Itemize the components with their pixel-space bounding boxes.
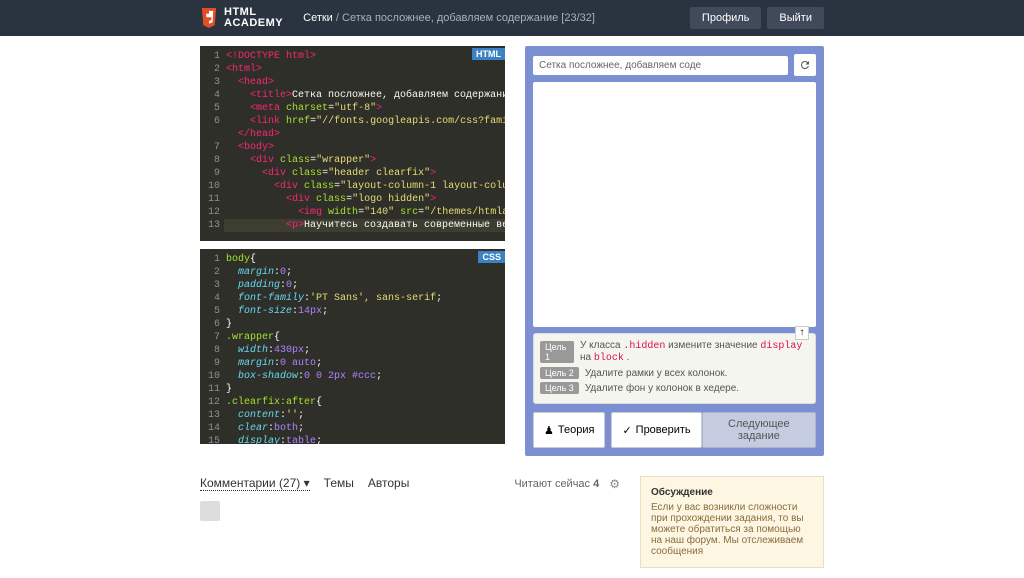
theory-button[interactable]: ♟Теория (533, 412, 605, 448)
comments-tabs: Комментарии (27) ▾ Темы Авторы (200, 476, 409, 491)
html-gutter: 123456 78910111213 14 (200, 46, 224, 241)
goal-2: Цель 2 Удалите рамки у всех колонок. (540, 367, 809, 379)
check-icon: ✓ (622, 424, 631, 437)
avatar (200, 501, 220, 521)
preview-panel: Сетка посложнее, добавляем соде ↑ Цель 1… (525, 46, 824, 456)
gear-icon[interactable]: ⚙ (609, 477, 620, 491)
logo-text: HTML ACADEMY (224, 7, 283, 29)
css-code[interactable]: body{ margin:0; padding:0; font-family:'… (226, 253, 503, 444)
goal-3: Цель 3 Удалите фон у колонок в хедере. (540, 382, 809, 394)
editors-column: HTML 123456 78910111213 14 <!DOCTYPE htm… (200, 46, 505, 456)
html-editor[interactable]: HTML 123456 78910111213 14 <!DOCTYPE htm… (200, 46, 505, 241)
preview-body (533, 82, 816, 327)
logo[interactable]: HTML ACADEMY (200, 7, 283, 29)
goal-badge: Цель 1 (540, 341, 574, 363)
collapse-goals-button[interactable]: ↑ (795, 326, 809, 340)
css-editor[interactable]: CSS 1234567891011121314151617181920 body… (200, 249, 505, 444)
discussion-box: Обсуждение Если у вас возникли сложности… (640, 476, 824, 568)
header-left: HTML ACADEMY Сетки / Сетка посложнее, до… (200, 7, 595, 29)
goal-badge: Цель 3 (540, 382, 579, 394)
tab-topics[interactable]: Темы (324, 476, 354, 491)
preview-top: Сетка посложнее, добавляем соде (533, 54, 816, 76)
reading-now: Читают сейчас 4 (514, 478, 599, 490)
footer: Комментарии (27) ▾ Темы Авторы Читают се… (0, 466, 1024, 578)
tab-comments[interactable]: Комментарии (27) ▾ (200, 476, 310, 491)
person-icon: ♟ (544, 424, 554, 437)
profile-button[interactable]: Профиль (690, 7, 762, 29)
breadcrumb: Сетки / Сетка посложнее, добавляем содер… (303, 12, 595, 24)
discussion-text: Если у вас возникли сложности при прохож… (651, 502, 813, 557)
next-task-button[interactable]: Следующее задание (702, 412, 816, 448)
html-code[interactable]: <!DOCTYPE html> <html> <head> <title>Сет… (226, 50, 503, 232)
preview-title: Сетка посложнее, добавляем соде (533, 56, 788, 75)
check-button[interactable]: ✓Проверить (611, 412, 701, 448)
logout-button[interactable]: Выйти (767, 7, 824, 29)
comment-input-row (200, 501, 620, 521)
refresh-icon (799, 59, 811, 71)
breadcrumb-root[interactable]: Сетки (303, 12, 333, 24)
app-header: HTML ACADEMY Сетки / Сетка посложнее, до… (0, 0, 1024, 36)
css-gutter: 1234567891011121314151617181920 (200, 249, 224, 444)
goal-1: Цель 1 У класса .hidden измените значени… (540, 340, 809, 364)
comments-head: Комментарии (27) ▾ Темы Авторы Читают се… (200, 476, 620, 491)
discussion-title: Обсуждение (651, 487, 813, 498)
header-right: Профиль Выйти (690, 7, 824, 29)
actions-left: ♟Теория ✓Проверить (533, 412, 702, 448)
comments-section: Комментарии (27) ▾ Темы Авторы Читают се… (200, 476, 620, 568)
main: HTML 123456 78910111213 14 <!DOCTYPE htm… (0, 36, 1024, 466)
goals-panel: ↑ Цель 1 У класса .hidden измените значе… (533, 333, 816, 404)
shield-icon (200, 8, 218, 28)
refresh-button[interactable] (794, 54, 816, 76)
actions-bar: ♟Теория ✓Проверить Следующее задание (533, 412, 816, 448)
breadcrumb-current: Сетка посложнее, добавляем содержание [2… (342, 12, 595, 24)
tab-authors[interactable]: Авторы (368, 476, 409, 491)
goal-badge: Цель 2 (540, 367, 579, 379)
